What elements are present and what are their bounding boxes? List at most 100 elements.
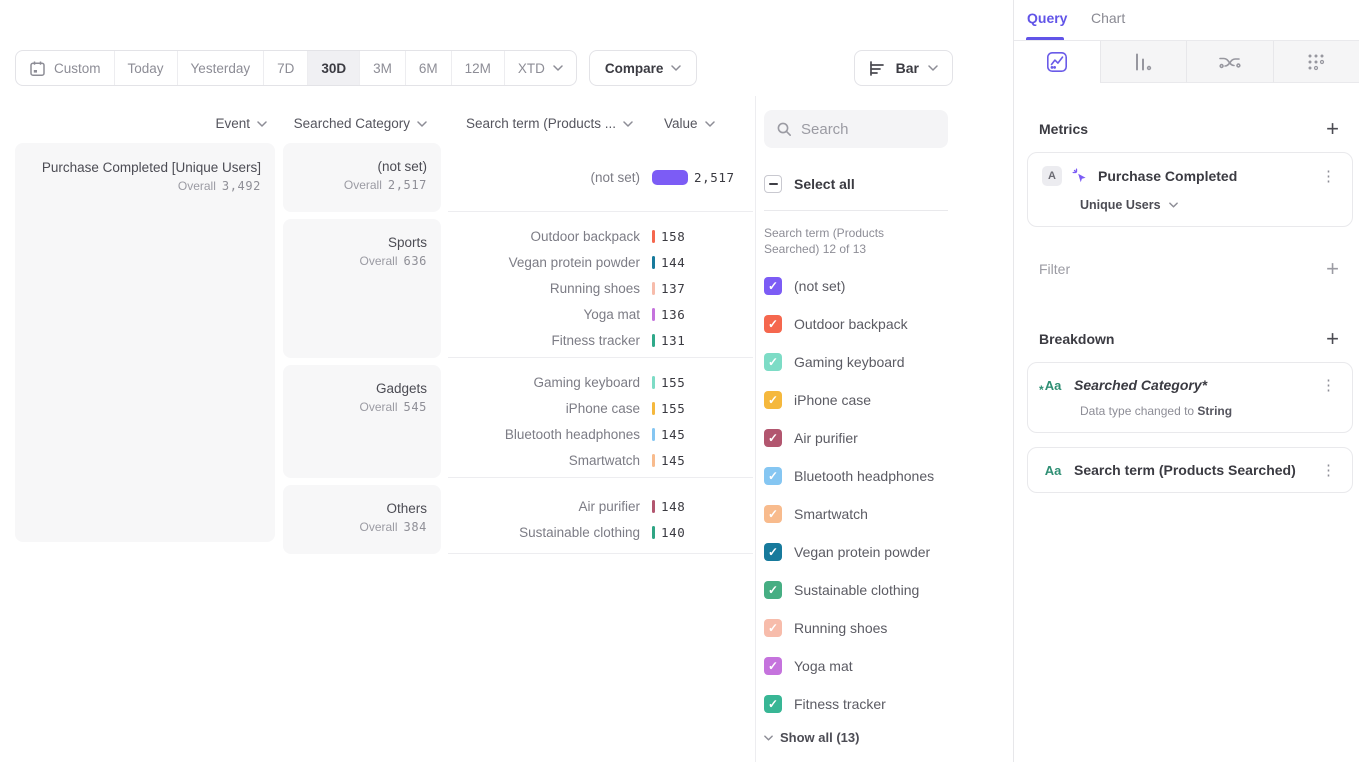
divider: [764, 210, 948, 211]
term-row-fitness-tracker[interactable]: Fitness tracker131: [448, 327, 753, 353]
legend-checkbox[interactable]: ✓: [764, 429, 782, 447]
date-range-7d[interactable]: 7D: [263, 51, 307, 85]
date-range-today[interactable]: Today: [114, 51, 177, 85]
term-row-gaming-keyboard[interactable]: Gaming keyboard155: [448, 369, 753, 395]
legend-item-bluetooth-headphones[interactable]: ✓Bluetooth headphones: [764, 457, 1013, 495]
term-row-not-set[interactable]: (not set)2,517: [448, 164, 753, 190]
date-range-custom[interactable]: Custom: [16, 51, 114, 85]
breakdown-card-searched-category[interactable]: Aa*Searched Category*⋮Data type changed …: [1027, 362, 1353, 433]
select-all-checkbox-indeterminate[interactable]: [764, 175, 782, 193]
date-range-12m[interactable]: 12M: [451, 51, 504, 85]
show-all-button[interactable]: Show all (13): [764, 730, 1013, 745]
date-range-label: Yesterday: [191, 61, 251, 76]
metric-card[interactable]: A Purchase Completed ⋮ Unique Users: [1027, 152, 1353, 227]
calendar-icon: [29, 60, 46, 77]
legend-checkbox[interactable]: ✓: [764, 391, 782, 409]
term-label: Fitness tracker: [448, 333, 652, 348]
legend-item-iphone-case[interactable]: ✓iPhone case: [764, 381, 1013, 419]
date-range-30d[interactable]: 30D: [307, 51, 359, 85]
breakdown-card-search-term-products-searched[interactable]: AaSearch term (Products Searched)⋮: [1027, 447, 1353, 493]
term-row-smartwatch[interactable]: Smartwatch145: [448, 447, 753, 473]
column-header-searched-category[interactable]: Searched Category: [283, 116, 427, 131]
legend-checkbox[interactable]: ✓: [764, 353, 782, 371]
series-badge: A: [1042, 166, 1062, 186]
category-cell[interactable]: GadgetsOverall545: [283, 365, 441, 478]
breakdown-menu-button[interactable]: ⋮: [1319, 376, 1338, 394]
term-row-yoga-mat[interactable]: Yoga mat136: [448, 301, 753, 327]
category-cell[interactable]: OthersOverall384: [283, 485, 441, 554]
legend-item-vegan-protein-powder[interactable]: ✓Vegan protein powder: [764, 533, 1013, 571]
legend-item-yoga-mat[interactable]: ✓ Yoga mat: [764, 647, 1013, 685]
value-label: 155: [661, 375, 685, 390]
legend-item-running-shoes[interactable]: ✓Running shoes: [764, 609, 1013, 647]
chart-type-select[interactable]: Bar: [854, 50, 953, 86]
tab-flows[interactable]: [1186, 41, 1273, 83]
legend-checkbox[interactable]: ✓: [764, 315, 782, 333]
term-row-sustainable-clothing[interactable]: Sustainable clothing140: [448, 519, 753, 545]
term-row-air-purifier[interactable]: Air purifier148: [448, 493, 753, 519]
add-breakdown-button[interactable]: +: [1326, 330, 1339, 348]
string-type-icon: Aa*: [1042, 378, 1064, 393]
tab-retention[interactable]: [1273, 41, 1359, 83]
legend-checkbox[interactable]: ✓: [764, 505, 782, 523]
main-area: CustomToday Yesterday 7D30D3M6M12M XTD Comp…: [0, 0, 1013, 762]
legend-item-not-set[interactable]: ✓(not set): [764, 267, 1013, 305]
term-label: (not set): [448, 170, 652, 185]
add-metric-button[interactable]: +: [1326, 120, 1339, 138]
event-overall: Overall3,492: [29, 179, 261, 193]
tab-chart[interactable]: Chart: [1091, 10, 1125, 26]
legend-checkbox[interactable]: ✓: [764, 695, 782, 713]
legend-checkbox[interactable]: ✓: [764, 543, 782, 561]
legend-checkbox[interactable]: ✓: [764, 581, 782, 599]
term-row-bluetooth-headphones[interactable]: Bluetooth headphones145: [448, 421, 753, 447]
legend-checkbox[interactable]: ✓: [764, 467, 782, 485]
category-cell[interactable]: (not set)Overall2,517: [283, 143, 441, 212]
legend-checkbox[interactable]: ✓: [764, 657, 782, 675]
column-header-label: Event: [215, 116, 250, 131]
date-range-3m[interactable]: 3M: [359, 51, 405, 85]
term-row-vegan-protein-powder[interactable]: Vegan protein powder144: [448, 249, 753, 275]
tab-insights[interactable]: [1014, 41, 1100, 83]
legend-checkbox[interactable]: ✓: [764, 619, 782, 637]
category-name: (not set): [293, 159, 427, 174]
legend-item-smartwatch[interactable]: ✓Smartwatch: [764, 495, 1013, 533]
category-overall: Overall636: [293, 254, 427, 268]
tab-query[interactable]: Query: [1027, 10, 1067, 26]
legend-item-outdoor-backpack[interactable]: ✓Outdoor backpack: [764, 305, 1013, 343]
term-row-iphone-case[interactable]: iPhone case155: [448, 395, 753, 421]
column-header-search-term-products[interactable]: Search term (Products ...: [449, 116, 633, 131]
legend-item-fitness-tracker[interactable]: ✓Fitness tracker: [764, 685, 1013, 723]
legend-item-sustainable-clothing[interactable]: ✓Sustainable clothing: [764, 571, 1013, 609]
legend-search-input[interactable]: [801, 121, 931, 138]
tab-funnels[interactable]: [1100, 41, 1187, 83]
term-row-outdoor-backpack[interactable]: Outdoor backpack158: [448, 223, 753, 249]
legend-search-box[interactable]: [764, 110, 948, 148]
search-icon: [776, 121, 792, 137]
compare-label: Compare: [605, 61, 664, 76]
value-bar: [652, 230, 655, 243]
value-bar: [652, 256, 655, 269]
toolbar: CustomToday Yesterday 7D30D3M6M12M XTD Comp…: [15, 50, 953, 86]
date-range-label: XTD: [518, 61, 545, 76]
date-range-control: CustomToday Yesterday 7D30D3M6M12M XTD: [15, 50, 577, 86]
legend-item-gaming-keyboard[interactable]: ✓Gaming keyboard: [764, 343, 1013, 381]
value-bar: [652, 376, 655, 389]
event-cell[interactable]: Purchase Completed [Unique Users] Overal…: [15, 143, 275, 542]
legend-checkbox[interactable]: ✓: [764, 277, 782, 295]
column-header-value[interactable]: Value: [664, 116, 724, 131]
legend-item-air-purifier[interactable]: ✓Air purifier: [764, 419, 1013, 457]
date-range-6m[interactable]: 6M: [405, 51, 451, 85]
column-header-event[interactable]: Event: [15, 116, 267, 131]
legend-item-label: Yoga mat: [794, 658, 853, 674]
add-filter-button[interactable]: +: [1326, 260, 1339, 278]
term-row-running-shoes[interactable]: Running shoes137: [448, 275, 753, 301]
string-type-icon: Aa: [1042, 463, 1064, 478]
date-range-xtd[interactable]: XTD: [504, 51, 576, 85]
select-all-control[interactable]: Select all: [764, 175, 1013, 193]
date-range-yesterday[interactable]: Yesterday: [177, 51, 264, 85]
metric-menu-button[interactable]: ⋮: [1319, 167, 1338, 185]
compare-button[interactable]: Compare: [589, 50, 698, 86]
measure-select[interactable]: Unique Users: [1080, 198, 1338, 212]
category-cell[interactable]: SportsOverall636: [283, 219, 441, 358]
breakdown-menu-button[interactable]: ⋮: [1319, 461, 1338, 479]
